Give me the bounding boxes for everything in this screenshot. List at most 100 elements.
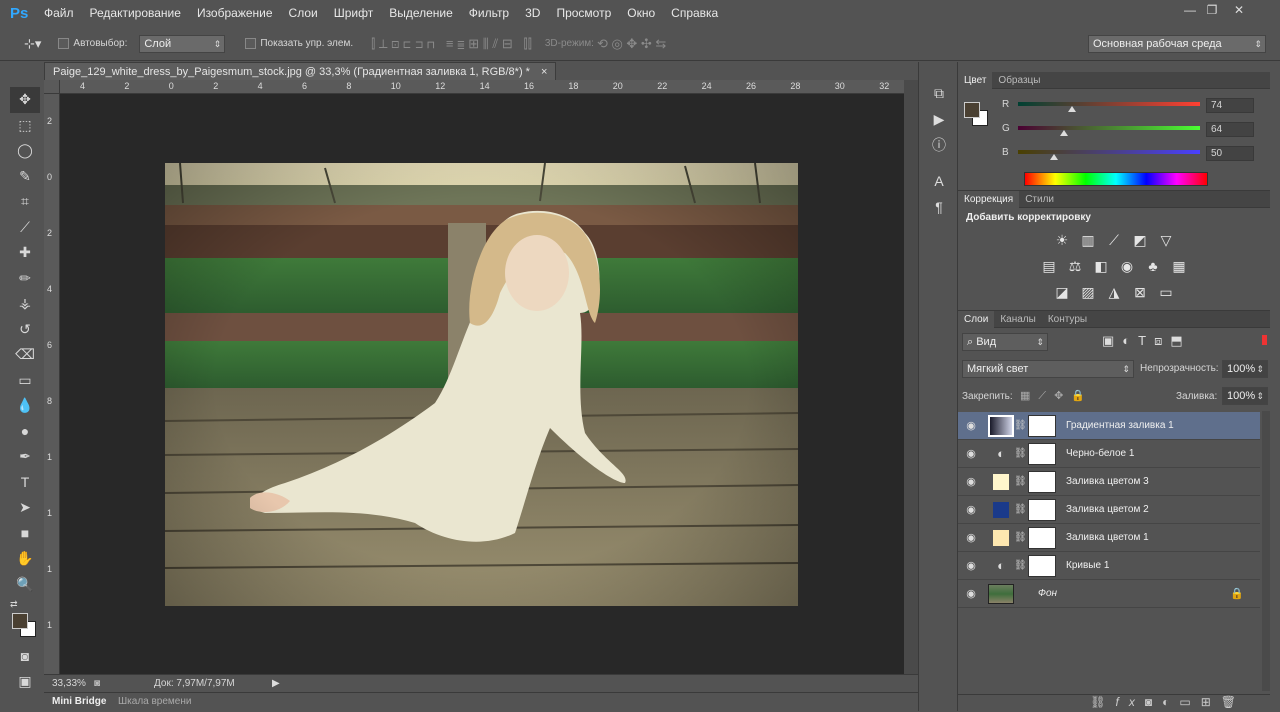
layer-name[interactable]: Кривые 1 (1066, 560, 1109, 571)
layer-mask-thumb[interactable] (1028, 414, 1056, 437)
link-icon[interactable]: ⛓ (1014, 476, 1027, 487)
color-balance-icon[interactable]: ⚖ (1066, 257, 1084, 275)
show-controls-checkbox[interactable] (245, 38, 257, 49)
hand-tool-icon[interactable]: ✋ (10, 546, 40, 572)
pen-tool-icon[interactable]: ✒ (10, 444, 40, 470)
invert-icon[interactable]: ◪ (1053, 283, 1071, 301)
autoselect-checkbox[interactable] (58, 38, 70, 49)
marquee-tool-icon[interactable]: ⬚ (10, 113, 40, 139)
layer-name[interactable]: Заливка цветом 3 (1066, 476, 1149, 487)
info-panel-icon[interactable]: ⓘ (919, 132, 959, 158)
menu-3d[interactable]: 3D (517, 0, 548, 27)
tab-mini-bridge[interactable]: Mini Bridge (52, 693, 106, 711)
character-panel-icon[interactable]: A (919, 168, 959, 194)
layer-row[interactable]: ◉ Фон 🔒 (958, 580, 1260, 608)
opacity-field[interactable]: 100% (1222, 360, 1268, 378)
layer-row[interactable]: ◉ ⛓ Заливка цветом 1 (958, 524, 1260, 552)
restore-icon[interactable]: ❐ (1202, 2, 1222, 18)
adjustment-layer-icon[interactable]: ◐ (988, 443, 1014, 465)
visibility-eye-icon[interactable]: ◉ (958, 447, 984, 460)
trash-icon[interactable]: 🗑 (1221, 695, 1246, 709)
tab-swatches[interactable]: Образцы (992, 75, 1046, 86)
menu-view[interactable]: Просмотр (548, 0, 619, 27)
lock-icons[interactable]: ▦⟋✥🔒 (1020, 389, 1093, 403)
layer-name[interactable]: Заливка цветом 1 (1066, 532, 1149, 543)
brightness-icon[interactable]: ☀ (1053, 231, 1071, 249)
layer-filter-dropdown[interactable]: ⌕ Вид (962, 333, 1048, 351)
healing-brush-tool-icon[interactable]: ✚ (10, 240, 40, 266)
layer-mask-thumb[interactable] (1028, 470, 1056, 493)
status-info-icon[interactable]: ◙ (94, 675, 100, 692)
layer-mask-thumb[interactable] (1028, 442, 1056, 465)
blue-slider[interactable] (1018, 150, 1200, 154)
document-image[interactable] (165, 163, 798, 606)
lasso-tool-icon[interactable]: ◯ (10, 138, 40, 164)
blue-slider-thumb[interactable] (1050, 154, 1058, 160)
type-tool-icon[interactable]: T (10, 470, 40, 496)
background-photo-thumb[interactable] (988, 583, 1014, 605)
menu-image[interactable]: Изображение (189, 0, 281, 27)
vibrance-icon[interactable]: ▽ (1157, 231, 1175, 249)
visibility-eye-icon[interactable]: ◉ (958, 587, 984, 600)
history-panel-icon[interactable]: ⧉ (919, 80, 959, 106)
link-layers-icon[interactable]: ⛓ (1090, 695, 1115, 709)
layers-scrollbar[interactable] (1262, 411, 1270, 691)
hue-saturation-icon[interactable]: ▤ (1040, 257, 1058, 275)
green-slider[interactable] (1018, 126, 1200, 130)
tab-adjustments[interactable]: Коррекция (958, 190, 1020, 208)
clone-stamp-tool-icon[interactable]: ⚶ (10, 291, 40, 317)
quick-select-tool-icon[interactable]: ✎ (10, 164, 40, 190)
layer-name[interactable]: Заливка цветом 2 (1066, 504, 1149, 515)
visibility-eye-icon[interactable]: ◉ (958, 559, 984, 572)
vertical-scrollbar[interactable] (904, 80, 918, 674)
link-icon[interactable]: ⛓ (1014, 532, 1027, 543)
link-icon[interactable]: ⛓ (1014, 504, 1027, 515)
menu-type[interactable]: Шрифт (326, 0, 381, 27)
layer-row[interactable]: ◉ ◐ ⛓ Черно-белое 1 (958, 440, 1260, 468)
layer-name[interactable]: Градиентная заливка 1 (1066, 420, 1174, 431)
link-icon[interactable]: ⛓ (1014, 420, 1027, 431)
posterize-icon[interactable]: ▨ (1079, 283, 1097, 301)
path-select-tool-icon[interactable]: ➤ (10, 495, 40, 521)
black-white-icon[interactable]: ◧ (1092, 257, 1110, 275)
menu-file[interactable]: Файл (36, 0, 82, 27)
layer-row[interactable]: ◉ ◐ ⛓ Кривые 1 (958, 552, 1260, 580)
color-lookup-icon[interactable]: ▦ (1170, 257, 1188, 275)
exposure-icon[interactable]: ◩ (1131, 231, 1149, 249)
layer-mask-thumb[interactable] (1028, 554, 1056, 577)
layer-row[interactable]: ◉ ⛓ Заливка цветом 2 (958, 496, 1260, 524)
green-value[interactable]: 64 (1206, 122, 1254, 137)
menu-layers[interactable]: Слои (281, 0, 326, 27)
levels-icon[interactable]: ▥ (1079, 231, 1097, 249)
fill-field[interactable]: 100% (1222, 387, 1268, 405)
brush-tool-icon[interactable]: ✏ (10, 266, 40, 292)
menu-help[interactable]: Справка (663, 0, 726, 27)
swap-colors-icon[interactable]: ⇄ (10, 597, 40, 611)
layer-mask-thumb[interactable] (1028, 498, 1056, 521)
gradient-fill-thumb[interactable] (988, 414, 1014, 437)
new-group-icon[interactable]: ▭ (1179, 695, 1200, 709)
red-slider-thumb[interactable] (1068, 106, 1076, 112)
foreground-color-swatch[interactable] (12, 613, 28, 629)
layer-row[interactable]: ◉ ⛓ Заливка цветом 3 (958, 468, 1260, 496)
zoom-level[interactable]: 33,33% (52, 675, 86, 692)
autoselect-dropdown[interactable]: Слой (139, 34, 226, 53)
red-value[interactable]: 74 (1206, 98, 1254, 113)
tab-timeline[interactable]: Шкала времени (118, 693, 191, 711)
minimize-icon[interactable]: — (1180, 2, 1200, 18)
eraser-tool-icon[interactable]: ⌫ (10, 342, 40, 368)
channel-mixer-icon[interactable]: ♣ (1144, 257, 1162, 275)
fg-color-box[interactable] (964, 102, 980, 118)
photo-filter-icon[interactable]: ◉ (1118, 257, 1136, 275)
tab-channels[interactable]: Каналы (994, 314, 1042, 325)
selective-color-icon[interactable]: ⊠ (1131, 283, 1149, 301)
move-tool-icon[interactable]: ⊹▾ (24, 36, 41, 52)
new-layer-icon[interactable]: ⊞ (1201, 695, 1221, 709)
blue-value[interactable]: 50 (1206, 146, 1254, 161)
tab-paths[interactable]: Контуры (1042, 314, 1093, 325)
status-menu-arrow-icon[interactable]: ▶ (272, 675, 280, 692)
document-tab[interactable]: Paige_129_white_dress_by_Paigesmum_stock… (44, 62, 557, 80)
add-mask-icon[interactable]: ◙ (1145, 695, 1162, 709)
visibility-eye-icon[interactable]: ◉ (958, 503, 984, 516)
close-icon[interactable]: ✕ (1224, 2, 1254, 18)
